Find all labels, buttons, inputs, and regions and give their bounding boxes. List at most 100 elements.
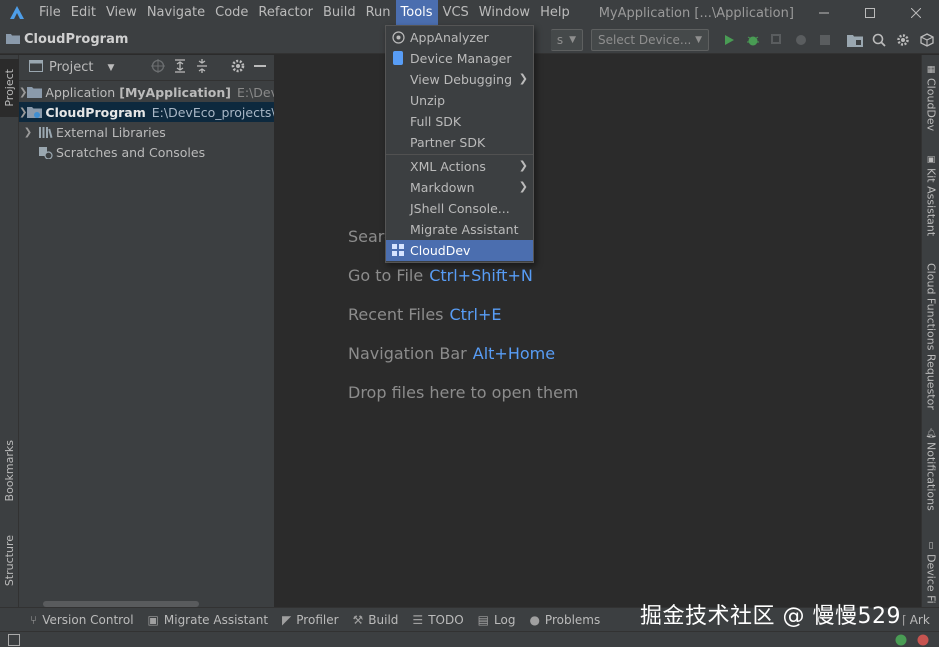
menu-item-view-debugging[interactable]: View Debugging ❯ xyxy=(386,69,533,90)
hammer-icon: ⚒ xyxy=(352,612,364,627)
menu-item-code[interactable]: Code xyxy=(210,0,253,26)
window-title: MyApplication [...\Application] xyxy=(598,5,794,21)
tab-problems[interactable]: ● Problems xyxy=(529,613,600,627)
menu-item-appanalyzer[interactable]: AppAnalyzer xyxy=(386,27,533,48)
tab-notifications-label: Notifications xyxy=(924,442,938,511)
menu-item-jshell-console[interactable]: JShell Console... xyxy=(386,198,533,219)
chevron-right-icon[interactable]: ❯ xyxy=(19,127,37,138)
tab-label: TODO xyxy=(428,612,464,627)
locate-icon[interactable] xyxy=(150,58,166,78)
tab-clouddev-label: CloudDev xyxy=(924,78,938,132)
menu-item-migrate-assistant[interactable]: Migrate Assistant xyxy=(386,219,533,240)
menu-item-full-sdk[interactable]: Full SDK xyxy=(386,111,533,132)
tree-item-path: E:\DevEco_projects\C xyxy=(151,104,274,120)
analyzer-icon xyxy=(391,30,405,44)
tab-label: Ark xyxy=(909,612,930,627)
menu-item-markdown[interactable]: Markdown ❯ xyxy=(386,177,533,198)
search-icon[interactable] xyxy=(867,28,891,52)
menu-item-refactor[interactable]: Refactor xyxy=(253,0,318,26)
menu-item-clouddev[interactable]: CloudDev xyxy=(386,240,533,261)
status-bar xyxy=(0,631,939,647)
module-folder-icon xyxy=(27,85,43,99)
menu-item-file[interactable]: File xyxy=(34,0,66,26)
stop-icon[interactable] xyxy=(813,28,837,52)
tab-version-control[interactable]: ⑂ Version Control xyxy=(30,613,134,627)
tree-item-application[interactable]: ❯ Application [MyApplication] E:\Dev xyxy=(19,82,274,102)
menu-item-device-manager[interactable]: Device Manager xyxy=(386,48,533,69)
status-error-icon[interactable] xyxy=(917,634,929,647)
menu-item-help[interactable]: Help xyxy=(535,0,575,26)
device-select[interactable]: Select Device... ▼ xyxy=(591,29,709,51)
gear-icon[interactable] xyxy=(891,28,915,52)
tab-profiler[interactable]: ◤ Profiler xyxy=(282,613,338,627)
attach-debugger-icon[interactable] xyxy=(789,28,813,52)
hide-panel-icon[interactable] xyxy=(252,58,268,78)
left-tool-strip: Project Bookmarks Structure xyxy=(0,55,19,607)
tab-label: Log xyxy=(494,612,516,627)
tab-bookmarks[interactable]: Bookmarks xyxy=(0,430,19,512)
status-ok-icon[interactable] xyxy=(895,634,907,647)
debug-icon[interactable] xyxy=(741,28,765,52)
cube-icon[interactable] xyxy=(915,28,939,52)
menu-item-tools[interactable]: Tools xyxy=(395,0,438,26)
menu-item-vcs[interactable]: VCS xyxy=(438,0,474,26)
tab-todo[interactable]: ☰ TODO xyxy=(412,613,463,627)
breadcrumb[interactable]: CloudProgram xyxy=(6,32,128,48)
chevron-right-icon[interactable]: ❯ xyxy=(19,87,27,98)
expand-all-icon[interactable] xyxy=(172,58,188,78)
watermark: 掘金技术社区 @ 慢慢529 xyxy=(640,604,901,629)
tools-menu-dropdown: AppAnalyzer Device Manager View Debuggin… xyxy=(385,25,534,263)
hint-recent-files: Recent Files Ctrl+E xyxy=(348,305,501,324)
menu-item-run[interactable]: Run xyxy=(361,0,396,26)
tab-clouddev[interactable]: ▦ CloudDev xyxy=(922,65,939,131)
collapse-all-icon[interactable] xyxy=(194,58,210,78)
menu-item-edit[interactable]: Edit xyxy=(66,0,101,26)
tab-label: Profiler xyxy=(296,612,339,627)
run-config-combo[interactable]: s ▼ xyxy=(551,29,583,51)
tab-kit-assistant[interactable]: ▣ Kit Assistant xyxy=(922,155,939,236)
chevron-down-icon[interactable]: ▼ xyxy=(107,63,114,73)
device-select-label: Select Device... xyxy=(598,33,692,47)
panel-toolbar xyxy=(150,58,268,78)
tab-migrate-assistant[interactable]: ▣ Migrate Assistant xyxy=(148,613,269,627)
tab-log[interactable]: ▤ Log xyxy=(478,613,516,627)
tab-device-file-browser-label: Device Fi xyxy=(924,554,938,604)
menu-item-window[interactable]: Window xyxy=(474,0,535,26)
tree-item-external-libraries[interactable]: ❯ External Libraries xyxy=(19,122,274,142)
tab-cloud-functions-requestor[interactable]: Cloud Functions Requestor xyxy=(922,260,939,410)
gear-icon[interactable] xyxy=(230,58,246,78)
tree-item-cloudprogram[interactable]: ❯ CloudProgram E:\DevEco_projects\C xyxy=(19,102,274,122)
tab-device-file-browser[interactable]: ▯ Device Fi xyxy=(922,541,939,604)
menu-item-partner-sdk[interactable]: Partner SDK xyxy=(386,132,533,153)
menu-item-view[interactable]: View xyxy=(101,0,142,26)
menu-item-unzip[interactable]: Unzip xyxy=(386,90,533,111)
menu-item-build[interactable]: Build xyxy=(318,0,361,26)
panel-title[interactable]: Project xyxy=(49,60,93,75)
migrate-icon: ▣ xyxy=(147,612,159,627)
layout-icon[interactable] xyxy=(8,634,20,647)
run-icon[interactable] xyxy=(717,28,741,52)
tab-build[interactable]: ⚒ Build xyxy=(353,613,399,627)
menu-item-navigate[interactable]: Navigate xyxy=(142,0,210,26)
tab-arkui[interactable]: ⌈ Ark xyxy=(902,613,930,627)
hint-shortcut: Alt+Home xyxy=(472,344,556,363)
minimize-button[interactable] xyxy=(801,0,847,26)
close-button[interactable] xyxy=(893,0,939,26)
breadcrumb-project: CloudProgram xyxy=(24,32,129,47)
menu-item-label: Partner SDK xyxy=(410,135,486,150)
tab-project[interactable]: Project xyxy=(0,59,19,117)
library-icon xyxy=(37,125,53,139)
project-tree: ❯ Application [MyApplication] E:\Dev ❯ C… xyxy=(19,81,274,162)
menu-item-xml-actions[interactable]: XML Actions ❯ xyxy=(386,156,533,177)
tree-item-scratches[interactable]: Scratches and Consoles xyxy=(19,142,274,162)
chevron-right-icon[interactable]: ❯ xyxy=(19,107,27,118)
ark-icon: ⌈ xyxy=(902,612,907,627)
tab-notifications[interactable]: 🔔︎ Notifications xyxy=(922,429,939,511)
tree-item-label: Scratches and Consoles xyxy=(56,144,206,160)
project-structure-icon[interactable] xyxy=(843,28,867,52)
menu-item-label: Migrate Assistant xyxy=(410,222,519,237)
maximize-button[interactable] xyxy=(847,0,893,26)
submenu-arrow-icon: ❯ xyxy=(518,159,528,172)
profile-icon[interactable] xyxy=(765,28,789,52)
tab-structure[interactable]: Structure xyxy=(0,525,19,597)
